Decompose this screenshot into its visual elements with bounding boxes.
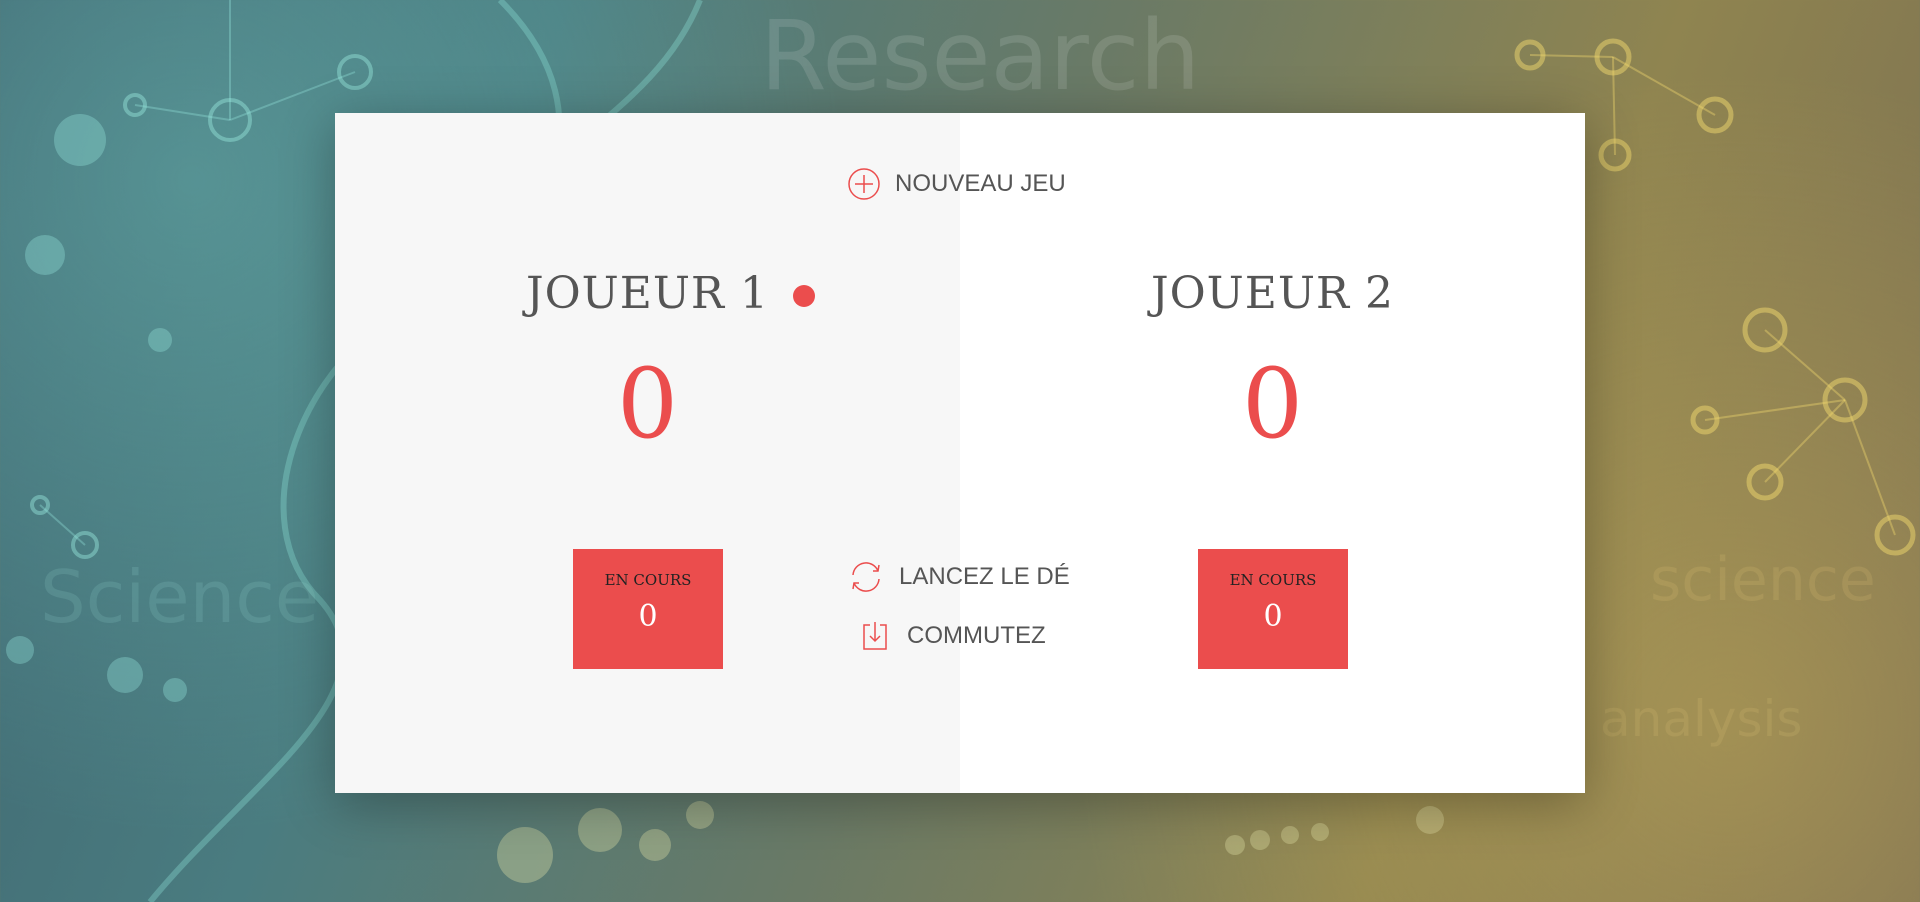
background-word-analysis: analysis: [1600, 690, 1803, 748]
player-1-panel: JOUEUR 1 0 EN COURS 0: [335, 113, 960, 793]
refresh-icon: [847, 559, 885, 595]
player-2-current-label: EN COURS: [1229, 571, 1317, 589]
roll-dice-label: LANCEZ LE DÉ: [899, 563, 1070, 590]
player-2-score: 0: [1241, 348, 1304, 460]
background-word-research: Research: [760, 0, 1201, 112]
player-2-current-box: EN COURS 0: [1198, 549, 1348, 669]
player-1-current-label: EN COURS: [604, 571, 692, 589]
game-board: JOUEUR 1 0 EN COURS 0 JOUEUR 2 0 EN COUR…: [335, 113, 1585, 793]
background-word-science: Science: [40, 555, 320, 639]
plus-circle-icon: [847, 167, 881, 201]
player-2-panel: JOUEUR 2 0 EN COURS 0: [960, 113, 1585, 793]
active-player-dot: [793, 285, 815, 307]
player-1-name: JOUEUR 1: [525, 268, 770, 319]
player-2-current-score: 0: [1263, 599, 1283, 634]
roll-dice-button[interactable]: LANCEZ LE DÉ: [847, 559, 1070, 595]
player-1-current-score: 0: [638, 599, 658, 634]
new-game-button[interactable]: NOUVEAU JEU: [847, 167, 1066, 201]
player-1-current-box: EN COURS 0: [573, 549, 723, 669]
download-icon: [861, 621, 889, 651]
hold-button[interactable]: COMMUTEZ: [861, 621, 1046, 651]
player-2-name: JOUEUR 2: [1150, 268, 1395, 319]
new-game-label: NOUVEAU JEU: [895, 170, 1066, 197]
player-1-score: 0: [616, 348, 679, 460]
background-word-science-right: science: [1650, 545, 1876, 615]
hold-label: COMMUTEZ: [907, 622, 1046, 649]
